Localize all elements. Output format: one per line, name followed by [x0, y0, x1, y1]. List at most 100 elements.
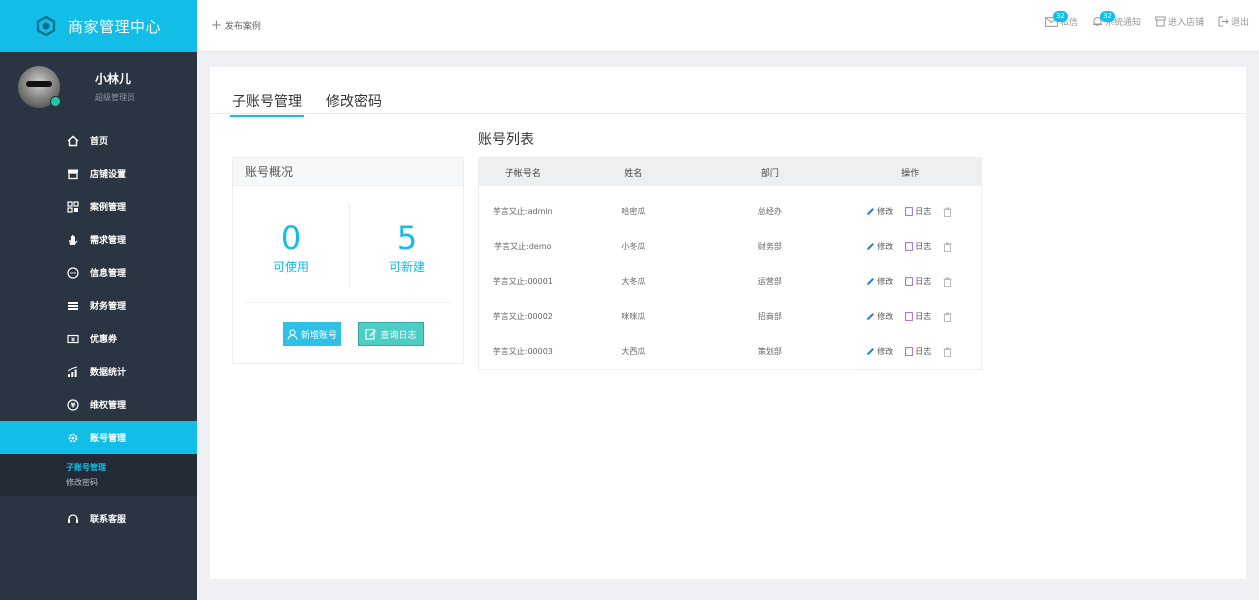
overview-title: 账号概况: [233, 158, 463, 186]
store-icon: [1155, 16, 1166, 27]
account-cell: 芋言又止:admin: [492, 207, 553, 216]
sidebar-item-store[interactable]: 店铺设置: [0, 157, 197, 190]
log-icon: [905, 207, 914, 216]
account-cell: 芋言又止:00003: [492, 347, 553, 356]
edit-label: 修改: [877, 347, 894, 356]
log-icon: [905, 242, 914, 251]
messages-link[interactable]: 32 私信: [1045, 11, 1078, 28]
logout-icon: [1218, 16, 1229, 27]
table-row: 芋言又止:admin 哈密瓜 总经办 修改 日志: [479, 194, 981, 229]
publish-case-link[interactable]: + 发布案例: [211, 19, 261, 33]
sidebar-item-home[interactable]: 首页: [0, 124, 197, 157]
account-overview-card: 账号概况 0 可使用 5 可新建 新增账号 查询日志: [232, 157, 464, 364]
subnav-item-subaccounts[interactable]: 子账号管理: [66, 460, 197, 475]
edit-button[interactable]: 修改: [866, 311, 893, 322]
sidebar-item-stats[interactable]: 数据统计: [0, 355, 197, 388]
table-body: 芋言又止:admin 哈密瓜 总经办 修改 日志 芋言又止:demo 小冬瓜 财…: [479, 194, 981, 369]
creatable-label: 可新建: [388, 260, 425, 274]
logout-link[interactable]: 退出: [1218, 15, 1249, 28]
main-panel: 子账号管理 修改密码 账号概况 0 可使用 5 可新建 新增账号 查询日志 账号…: [210, 67, 1246, 579]
sidebar-item-cases[interactable]: 案例管理: [0, 190, 197, 223]
delete-button[interactable]: [943, 242, 954, 252]
edit-button[interactable]: 修改: [866, 206, 893, 217]
logout-label: 退出: [1230, 18, 1249, 28]
sidebar-item-accounts[interactable]: 账号管理: [0, 421, 197, 454]
add-account-label: 新增账号: [300, 330, 337, 341]
gear-icon: [66, 431, 80, 445]
sidebar-item-rights[interactable]: ¥ 维权管理: [0, 388, 197, 421]
overview-divider: [245, 302, 451, 303]
header-tools: 32 私信 32 系统通知 进入店铺 退出: [1031, 11, 1249, 28]
user-icon: [287, 328, 298, 340]
trash-icon: [943, 277, 952, 287]
log-button[interactable]: 日志: [905, 276, 931, 287]
column-header: 操作: [901, 168, 920, 179]
edit-label: 修改: [877, 207, 894, 216]
sidebar-item-label: 信息管理: [90, 269, 127, 279]
column-header: 姓名: [624, 168, 643, 179]
publish-label: 发布案例: [224, 22, 261, 32]
log-label: 日志: [915, 277, 932, 286]
profile-name: 小林儿: [95, 72, 132, 86]
sidebar-item-coupons[interactable]: ¥ 优惠券: [0, 322, 197, 355]
grid-icon: [66, 200, 80, 214]
log-button[interactable]: 日志: [905, 206, 931, 217]
sidebar-item-messages[interactable]: 信息管理: [0, 256, 197, 289]
edit-doc-icon: [365, 328, 377, 340]
actions-cell: 修改 日志: [840, 334, 981, 369]
edit-label: 修改: [877, 277, 894, 286]
delete-button[interactable]: [943, 277, 954, 287]
svg-text:¥: ¥: [71, 401, 76, 409]
log-button[interactable]: 日志: [905, 311, 931, 322]
chat-icon: [66, 266, 80, 280]
query-log-label: 查询日志: [380, 330, 417, 341]
sidebar-item-label: 财务管理: [90, 302, 127, 312]
account-cell: 芋言又止:00002: [492, 312, 553, 321]
log-label: 日志: [915, 242, 932, 251]
sidebar-item-label: 首页: [90, 137, 109, 147]
edit-button[interactable]: 修改: [866, 276, 893, 287]
log-button[interactable]: 日志: [905, 346, 931, 357]
sidebar-item-label: 账号管理: [90, 434, 127, 444]
sidebar-item-label: 店铺设置: [90, 170, 127, 180]
logo-icon: [36, 16, 56, 36]
delete-button[interactable]: [943, 347, 954, 357]
headset-icon: [66, 512, 80, 526]
query-log-button[interactable]: 查询日志: [358, 322, 424, 346]
log-icon: [905, 312, 914, 321]
table-row: 芋言又止:00001 大冬瓜 运营部 修改 日志: [479, 264, 981, 299]
coupon-icon: ¥: [66, 332, 80, 346]
name-cell: 哈密瓜: [621, 207, 646, 216]
sidebar-item-label: 优惠券: [90, 335, 118, 345]
delete-button[interactable]: [943, 207, 954, 217]
notices-link[interactable]: 32 系统通知: [1092, 11, 1141, 28]
sidebar-item-contact[interactable]: 联系客服: [0, 502, 197, 535]
delete-button[interactable]: [943, 312, 954, 322]
edit-button[interactable]: 修改: [866, 346, 893, 357]
messages-count-badge: 32: [1052, 11, 1068, 22]
sidebar-item-demands[interactable]: 需求管理: [0, 223, 197, 256]
sidebar-item-label: 维权管理: [90, 401, 127, 411]
enter-store-link[interactable]: 进入店铺: [1155, 15, 1204, 28]
account-list-title: 账号列表: [478, 132, 534, 148]
sidebar-subnav: 子账号管理 修改密码: [0, 454, 197, 496]
actions-cell: 修改 日志: [840, 264, 981, 299]
sidebar-item-label: 联系客服: [90, 515, 127, 525]
log-button[interactable]: 日志: [905, 241, 931, 252]
log-icon: [905, 277, 914, 286]
pencil-icon: [867, 348, 875, 355]
dept-cell: 运营部: [757, 277, 782, 286]
sidebar-item-label: 数据统计: [90, 368, 127, 378]
profile: 小林儿 超级管理员: [0, 52, 197, 120]
top-bar: + 发布案例 32 私信 32 系统通知 进入店铺 退出: [197, 0, 1259, 52]
edit-button[interactable]: 修改: [866, 241, 893, 252]
add-account-button[interactable]: 新增账号: [283, 322, 341, 346]
pencil-icon: [867, 313, 875, 320]
subnav-item-password[interactable]: 修改密码: [66, 475, 197, 490]
actions-cell: 修改 日志: [840, 299, 981, 334]
sidebar-item-finance[interactable]: 财务管理: [0, 289, 197, 322]
column-header: 部门: [760, 168, 779, 179]
trash-icon: [943, 207, 952, 217]
trash-icon: [943, 242, 952, 252]
enter-store-label: 进入店铺: [1167, 18, 1204, 28]
